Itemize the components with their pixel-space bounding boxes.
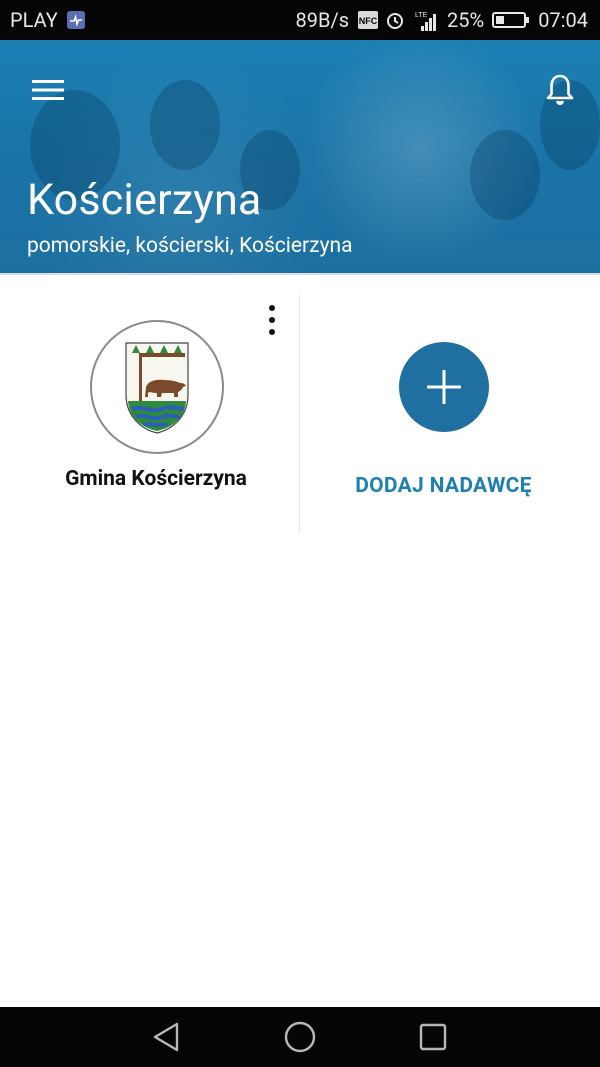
page-subtitle: pomorskie, kościerski, Kościerzyna: [27, 234, 353, 258]
battery-icon: [492, 10, 530, 30]
add-broadcaster-label[interactable]: DODAJ NADAWCĘ: [300, 474, 587, 498]
broadcaster-name: Gmina Kościerzyna: [65, 467, 247, 491]
broadcaster-logo[interactable]: [90, 320, 224, 454]
coat-of-arms-icon: [125, 342, 189, 434]
lte-label: LTE: [415, 12, 428, 19]
back-icon: [153, 1022, 179, 1052]
header-banner: Kościerzyna pomorskie, kościerski, Kości…: [0, 40, 600, 274]
broadcaster-card[interactable]: Gmina Kościerzyna: [0, 275, 300, 533]
back-button[interactable]: [148, 1019, 184, 1055]
page-title: Kościerzyna: [27, 175, 262, 225]
alarm-icon: [385, 10, 405, 30]
status-bar: PLAY 89B/s NFC LTE 25% 07:04: [0, 0, 600, 40]
system-nav-bar: [0, 1007, 600, 1067]
plus-icon: [427, 370, 461, 404]
notifications-button[interactable]: [534, 64, 586, 116]
recents-button[interactable]: [415, 1019, 451, 1055]
add-broadcaster-button[interactable]: [399, 342, 489, 432]
bell-icon: [546, 74, 574, 105]
home-icon: [284, 1021, 316, 1053]
more-options-button[interactable]: [262, 305, 282, 335]
menu-icon: [32, 80, 64, 100]
home-button[interactable]: [282, 1019, 318, 1055]
nfc-icon: NFC: [357, 10, 379, 30]
menu-button[interactable]: [22, 64, 74, 116]
svg-text:NFC: NFC: [359, 16, 378, 26]
health-app-icon: [66, 10, 86, 30]
carrier-label: PLAY: [10, 8, 58, 32]
recents-icon: [419, 1023, 447, 1051]
clock: 07:04: [538, 8, 588, 32]
more-vert-icon: [269, 305, 275, 311]
network-speed: 89B/s: [295, 8, 350, 32]
app-bar: [0, 40, 600, 134]
battery-percent: 25%: [447, 8, 485, 32]
signal-icon: LTE: [413, 10, 439, 31]
